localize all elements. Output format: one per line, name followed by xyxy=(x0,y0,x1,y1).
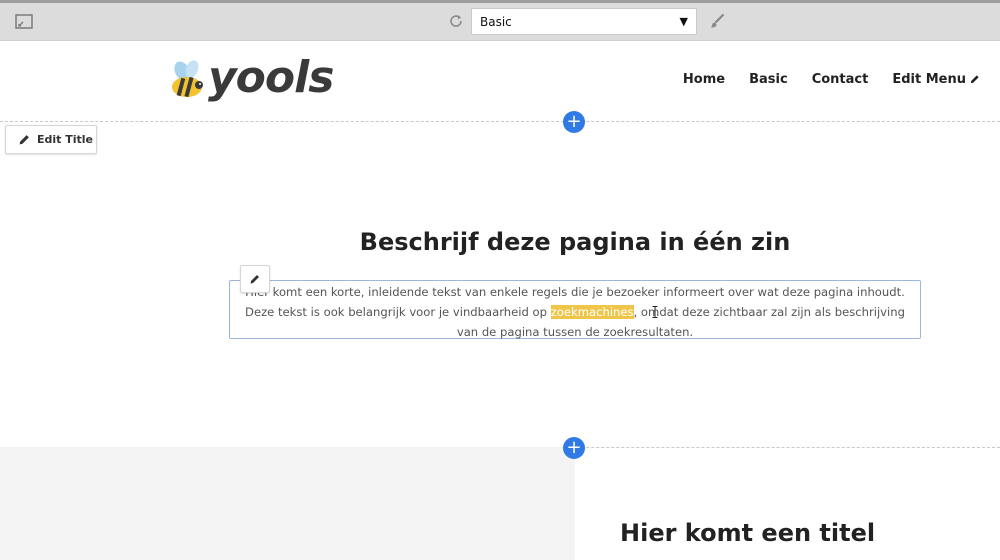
add-section-button[interactable]: + xyxy=(563,437,585,459)
editor-toolbar: Basic ▼ xyxy=(0,0,1000,41)
page-title[interactable]: Beschrijf deze pagina in één zin xyxy=(230,228,920,256)
intro-text-editor[interactable]: Hier komt een korte, inleidende tekst va… xyxy=(229,280,921,339)
brush-icon[interactable] xyxy=(709,13,725,29)
template-select[interactable]: Basic ▼ xyxy=(471,8,697,35)
nav-item-label: Basic xyxy=(749,72,788,87)
nav-item-label: Home xyxy=(682,72,726,87)
edit-title-button[interactable]: Edit Title xyxy=(5,125,97,154)
refresh-icon[interactable] xyxy=(448,13,464,29)
template-select-value: Basic xyxy=(480,14,512,29)
main-nav: Home Basic Contact Edit Menu xyxy=(659,72,980,87)
add-section-button[interactable]: + xyxy=(563,111,585,133)
nav-item-contact[interactable]: Contact xyxy=(812,72,869,87)
pencil-icon xyxy=(970,75,979,84)
pencil-icon xyxy=(19,135,29,145)
nav-item-label: Edit Menu xyxy=(892,72,966,87)
logo-text: yools xyxy=(208,52,334,103)
nav-item-edit-menu[interactable]: Edit Menu xyxy=(892,72,980,87)
bee-icon xyxy=(172,60,203,98)
edit-title-label: Edit Title xyxy=(37,133,94,146)
pencil-icon xyxy=(250,275,259,284)
image-placeholder[interactable] xyxy=(0,447,575,560)
site-logo[interactable]: yools xyxy=(168,52,334,106)
nav-item-label: Contact xyxy=(811,72,869,87)
section-divider xyxy=(0,121,1000,122)
expand-icon[interactable] xyxy=(15,14,33,29)
selected-text[interactable]: zoekmachines xyxy=(550,305,634,319)
nav-item-home[interactable]: Home xyxy=(683,72,725,87)
caret-down-icon: ▼ xyxy=(679,15,688,28)
section-title[interactable]: Hier komt een titel xyxy=(620,519,875,547)
nav-item-basic[interactable]: Basic xyxy=(749,72,788,87)
edit-text-button[interactable] xyxy=(240,265,270,293)
text-cursor-icon xyxy=(652,306,658,318)
